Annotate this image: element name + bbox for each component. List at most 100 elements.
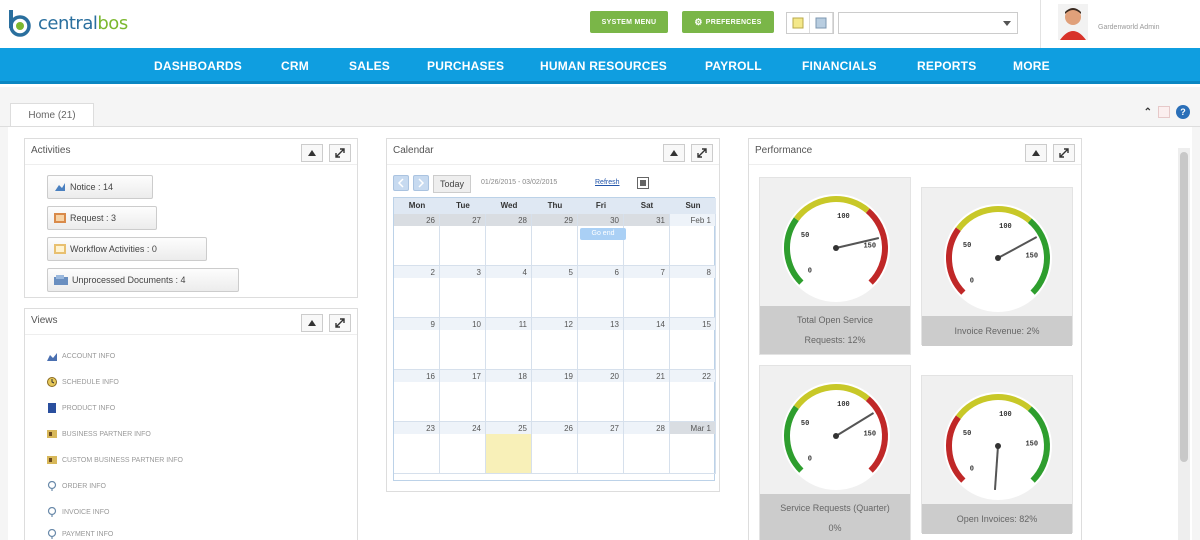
calendar-day-cell[interactable]: 30 <box>578 214 624 266</box>
view-order-info[interactable]: ORDER INFO <box>47 481 106 491</box>
view-payment-info[interactable]: PAYMENT INFO <box>47 529 113 539</box>
nav-sales[interactable]: SALES <box>349 48 390 84</box>
calendar-day-cell[interactable]: 25 <box>486 422 532 474</box>
calendar-day-cell[interactable]: 20 <box>578 370 624 422</box>
calendar-day-cell[interactable]: 21 <box>624 370 670 422</box>
calendar-day-cell[interactable]: 3 <box>440 266 486 318</box>
gauge-card-service-requests-quarter[interactable]: 0 50 100 150 Service Requests (Quarter) 0% <box>759 365 911 540</box>
nav-financials[interactable]: FINANCIALS <box>802 48 877 84</box>
view-label: ORDER INFO <box>62 482 106 490</box>
calendar-day-cell[interactable]: 5 <box>532 266 578 318</box>
calendar-picker-icon[interactable] <box>637 177 649 189</box>
collapse-button[interactable] <box>301 144 323 162</box>
calendar-day-cell[interactable]: 7 <box>624 266 670 318</box>
maximize-button[interactable] <box>329 314 351 332</box>
nav-payroll[interactable]: PAYROLL <box>705 48 762 84</box>
calendar-day-cell[interactable]: 15 <box>670 318 716 370</box>
activity-request-button[interactable]: Request : 3 <box>47 206 157 230</box>
next-button[interactable] <box>413 175 429 191</box>
activity-label: Workflow Activities : 0 <box>70 244 157 254</box>
view-business-partner-info[interactable]: BUSINESS PARTNER INFO <box>47 429 151 439</box>
collapse-button[interactable] <box>663 144 685 162</box>
calendar-day-cell[interactable]: 28 <box>624 422 670 474</box>
nav-more[interactable]: MORE <box>1013 48 1050 84</box>
calendar-day-number: 7 <box>660 268 665 277</box>
tab-home[interactable]: Home (21) <box>10 103 94 127</box>
preferences-button[interactable]: ⚙ PREFERENCES <box>682 11 774 33</box>
calendar-day-cell[interactable]: 10 <box>440 318 486 370</box>
system-menu-button[interactable]: SYSTEM MENU <box>590 11 668 33</box>
page-scrollbar[interactable] <box>1178 148 1190 540</box>
logo-icon <box>6 8 36 38</box>
quick-search-select[interactable] <box>838 12 1018 34</box>
view-custom-business-partner-info[interactable]: CUSTOM BUSINESS PARTNER INFO <box>47 455 183 465</box>
calendar-day-cell[interactable]: Mar 1 <box>670 422 716 474</box>
calendar-day-cell[interactable]: 27 <box>578 422 624 474</box>
gauge-card-open-service[interactable]: 0 50 100 150 Total Open Service Requests: 1… <box>759 177 911 355</box>
calendar-day-cell[interactable]: 31 <box>624 214 670 266</box>
calendar-day-cell[interactable]: 18 <box>486 370 532 422</box>
activity-documents-button[interactable]: Unprocessed Documents : 4 <box>47 268 239 292</box>
nav-dashboards[interactable]: DASHBOARDS <box>154 48 242 84</box>
nav-purchases[interactable]: PURCHASES <box>427 48 504 84</box>
calendar-day-cell[interactable]: 26 <box>394 214 440 266</box>
avatar[interactable] <box>1058 4 1088 40</box>
frame-icon[interactable] <box>1158 106 1170 118</box>
maximize-button[interactable] <box>691 144 713 162</box>
view-account-info[interactable]: ACCOUNT INFO <box>47 351 115 361</box>
calendar-day-cell[interactable]: 9 <box>394 318 440 370</box>
scrollbar-thumb[interactable] <box>1180 152 1188 462</box>
maximize-button[interactable] <box>1053 144 1075 162</box>
calendar-day-cell[interactable]: 19 <box>532 370 578 422</box>
collapse-button[interactable] <box>1025 144 1047 162</box>
calendar-day-cell[interactable]: 6 <box>578 266 624 318</box>
calendar-day-cell[interactable]: 26 <box>532 422 578 474</box>
calendar-day-header: Sun <box>670 198 716 214</box>
prev-button[interactable] <box>393 175 409 191</box>
calendar-day-cell[interactable]: 8 <box>670 266 716 318</box>
brand-logo[interactable]: centralbos <box>6 8 128 38</box>
calendar-day-cell[interactable]: Feb 1 <box>670 214 716 266</box>
view-product-info[interactable]: PRODUCT INFO <box>47 403 115 413</box>
maximize-button[interactable] <box>329 144 351 162</box>
calendar-day-cell[interactable]: 12 <box>532 318 578 370</box>
gauge-label-line2: 0% <box>828 523 842 533</box>
collapse-button[interactable] <box>301 314 323 332</box>
calendar-event[interactable]: Go end <box>580 228 626 240</box>
view-schedule-info[interactable]: SCHEDULE INFO <box>47 377 119 387</box>
triangle-up-icon <box>670 150 678 156</box>
help-icon[interactable]: ? <box>1176 105 1190 119</box>
nav-crm[interactable]: CRM <box>281 48 309 84</box>
view-invoice-info[interactable]: INVOICE INFO <box>47 507 109 517</box>
grid-icon[interactable] <box>810 13 833 33</box>
today-button[interactable]: Today <box>433 175 471 193</box>
activity-notice-button[interactable]: Notice : 14 <box>47 175 153 199</box>
calendar-day-cell[interactable]: 28 <box>486 214 532 266</box>
dashboard-tools: ⌃ ? <box>1144 105 1190 119</box>
nav-reports[interactable]: REPORTS <box>917 48 976 84</box>
collapse-all-icon[interactable]: ⌃ <box>1144 107 1152 118</box>
calendar-day-cell[interactable]: 14 <box>624 318 670 370</box>
chevron-down-icon[interactable] <box>1003 21 1011 26</box>
calendar-day-cell[interactable]: 16 <box>394 370 440 422</box>
calendar-day-cell[interactable]: 17 <box>440 370 486 422</box>
calendar-day-cell[interactable]: 13 <box>578 318 624 370</box>
calendar-day-cell[interactable]: 2 <box>394 266 440 318</box>
calendar-day-number: 16 <box>426 372 435 381</box>
calendar-day-cell[interactable]: 23 <box>394 422 440 474</box>
product-icon <box>48 403 56 413</box>
gauge-card-open-invoices[interactable]: 0 50 100 150 Open Invoices: 82% <box>921 375 1073 534</box>
calendar-day-cell[interactable]: 11 <box>486 318 532 370</box>
calendar-day-cell[interactable]: 29 <box>532 214 578 266</box>
refresh-link[interactable]: Refresh <box>595 179 620 186</box>
note-icon[interactable] <box>787 13 810 33</box>
user-name[interactable]: Gardenworld Admin <box>1098 24 1159 31</box>
calendar-day-cell[interactable]: 4 <box>486 266 532 318</box>
performance-portlet: Performance 0 50 100 150 Total Open Service… <box>748 138 1082 540</box>
nav-human-resources[interactable]: HUMAN RESOURCES <box>540 48 667 84</box>
calendar-day-cell[interactable]: 27 <box>440 214 486 266</box>
calendar-day-cell[interactable]: 22 <box>670 370 716 422</box>
activity-workflow-button[interactable]: Workflow Activities : 0 <box>47 237 207 261</box>
gauge-card-invoice-revenue[interactable]: 0 50 100 150 Invoice Revenue: 2% <box>921 187 1073 346</box>
calendar-day-cell[interactable]: 24 <box>440 422 486 474</box>
